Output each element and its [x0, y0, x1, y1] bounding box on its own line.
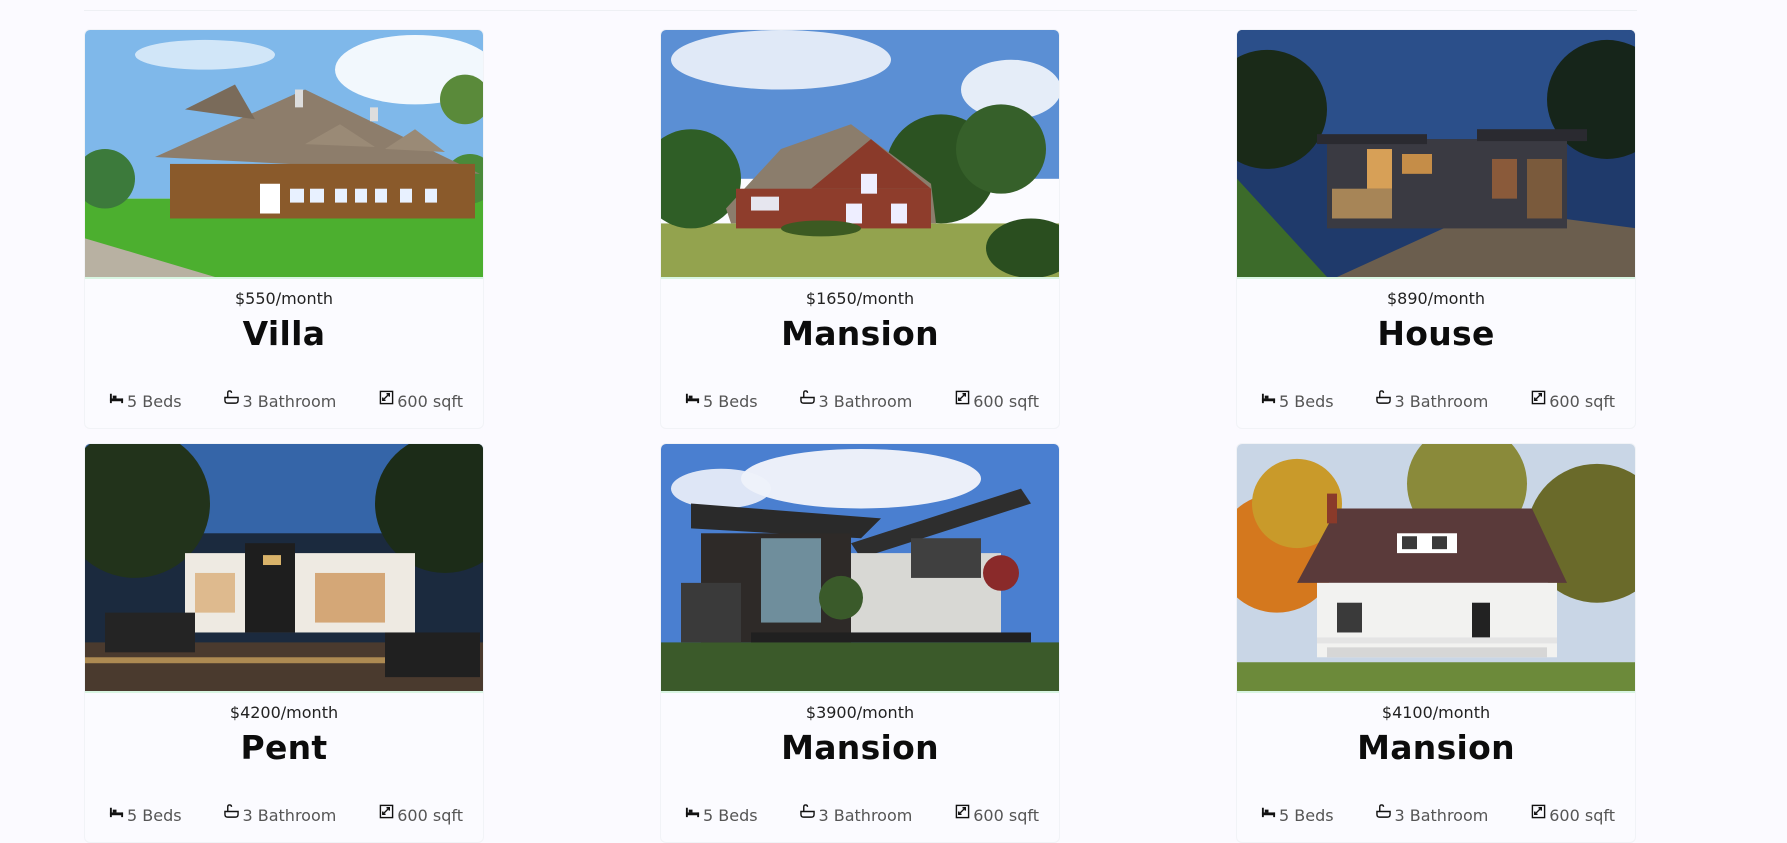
baths-feature: 3 Bathroom	[1376, 390, 1489, 411]
listing-photo[interactable]	[85, 444, 483, 693]
listing-price: $4100/month	[1381, 703, 1491, 722]
baths-label: 3 Bathroom	[1394, 392, 1489, 411]
listing-card[interactable]: $4100/month Mansion 5 Beds 3 Bathroom 60…	[1236, 443, 1636, 843]
area-feature: 600 sqft	[955, 804, 1039, 825]
bed-icon	[109, 804, 124, 819]
bathtub-icon	[800, 804, 816, 819]
bathtub-icon	[224, 804, 240, 819]
beds-label: 5 Beds	[1279, 806, 1334, 825]
listing-features: 5 Beds 3 Bathroom 600 sqft	[1261, 804, 1615, 825]
bed-icon	[1261, 390, 1276, 405]
listing-card[interactable]: $1650/month Mansion 5 Beds 3 Bathroom 60…	[660, 29, 1060, 429]
bed-icon	[109, 390, 124, 405]
beds-feature: 5 Beds	[109, 392, 182, 411]
baths-feature: 3 Bathroom	[224, 804, 337, 825]
area-label: 600 sqft	[1549, 806, 1615, 825]
listing-price: $890/month	[1386, 289, 1486, 308]
bathtub-icon	[1376, 390, 1392, 405]
beds-feature: 5 Beds	[685, 806, 758, 825]
listing-features: 5 Beds 3 Bathroom 600 sqft	[109, 804, 463, 825]
baths-label: 3 Bathroom	[818, 392, 913, 411]
listing-photo[interactable]	[1237, 30, 1635, 279]
area-label: 600 sqft	[1549, 392, 1615, 411]
beds-feature: 5 Beds	[1261, 392, 1334, 411]
beds-label: 5 Beds	[127, 806, 182, 825]
bed-icon	[1261, 804, 1276, 819]
area-icon	[1531, 804, 1546, 819]
beds-label: 5 Beds	[1279, 392, 1334, 411]
baths-feature: 3 Bathroom	[224, 390, 337, 411]
area-feature: 600 sqft	[1531, 804, 1615, 825]
baths-feature: 3 Bathroom	[800, 390, 913, 411]
baths-label: 3 Bathroom	[242, 392, 337, 411]
area-icon	[379, 804, 394, 819]
beds-label: 5 Beds	[703, 806, 758, 825]
beds-label: 5 Beds	[703, 392, 758, 411]
listing-title[interactable]: Mansion	[661, 314, 1059, 354]
listing-price: $4200/month	[229, 703, 339, 722]
listing-photo[interactable]	[85, 30, 483, 279]
area-icon	[379, 390, 394, 405]
area-label: 600 sqft	[397, 392, 463, 411]
listing-card[interactable]: $3900/month Mansion 5 Beds 3 Bathroom 60…	[660, 443, 1060, 843]
area-feature: 600 sqft	[1531, 390, 1615, 411]
listing-title[interactable]: Villa	[85, 314, 483, 354]
area-label: 600 sqft	[973, 392, 1039, 411]
area-feature: 600 sqft	[379, 390, 463, 411]
listing-price: $550/month	[234, 289, 334, 308]
listing-features: 5 Beds 3 Bathroom 600 sqft	[109, 390, 463, 411]
listing-title[interactable]: House	[1237, 314, 1635, 354]
listing-photo[interactable]	[661, 444, 1059, 693]
baths-feature: 3 Bathroom	[800, 804, 913, 825]
beds-label: 5 Beds	[127, 392, 182, 411]
bathtub-icon	[224, 390, 240, 405]
bathtub-icon	[800, 390, 816, 405]
listing-photo[interactable]	[661, 30, 1059, 279]
baths-label: 3 Bathroom	[242, 806, 337, 825]
listing-title[interactable]: Mansion	[1237, 728, 1635, 768]
listing-price: $1650/month	[805, 289, 915, 308]
area-feature: 600 sqft	[379, 804, 463, 825]
listing-title[interactable]: Mansion	[661, 728, 1059, 768]
listing-features: 5 Beds 3 Bathroom 600 sqft	[685, 390, 1039, 411]
listing-photo[interactable]	[1237, 444, 1635, 693]
area-icon	[955, 390, 970, 405]
baths-feature: 3 Bathroom	[1376, 804, 1489, 825]
top-divider	[84, 0, 1637, 11]
area-icon	[1531, 390, 1546, 405]
area-icon	[955, 804, 970, 819]
listing-card[interactable]: $4200/month Pent 5 Beds 3 Bathroom 600 s…	[84, 443, 484, 843]
beds-feature: 5 Beds	[1261, 806, 1334, 825]
area-label: 600 sqft	[973, 806, 1039, 825]
bed-icon	[685, 804, 700, 819]
bed-icon	[685, 390, 700, 405]
baths-label: 3 Bathroom	[818, 806, 913, 825]
listing-price: $3900/month	[805, 703, 915, 722]
beds-feature: 5 Beds	[685, 392, 758, 411]
area-feature: 600 sqft	[955, 390, 1039, 411]
beds-feature: 5 Beds	[109, 806, 182, 825]
bathtub-icon	[1376, 804, 1392, 819]
listing-title[interactable]: Pent	[85, 728, 483, 768]
area-label: 600 sqft	[397, 806, 463, 825]
baths-label: 3 Bathroom	[1394, 806, 1489, 825]
listings-grid: $550/month Villa 5 Beds 3 Bathroom 600 s…	[84, 29, 1636, 843]
listing-features: 5 Beds 3 Bathroom 600 sqft	[685, 804, 1039, 825]
listing-features: 5 Beds 3 Bathroom 600 sqft	[1261, 390, 1615, 411]
listing-card[interactable]: $890/month House 5 Beds 3 Bathroom 600 s…	[1236, 29, 1636, 429]
listing-card[interactable]: $550/month Villa 5 Beds 3 Bathroom 600 s…	[84, 29, 484, 429]
